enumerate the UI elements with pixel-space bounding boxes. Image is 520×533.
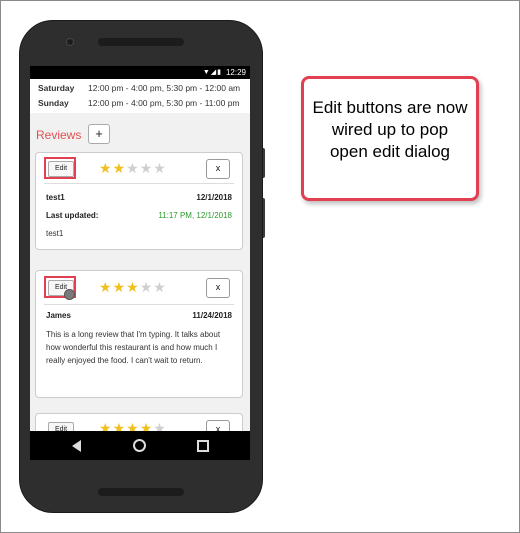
- star-filled-icon[interactable]: ★: [126, 279, 140, 295]
- star-rating: ★★★★★: [99, 279, 167, 296]
- star-filled-icon[interactable]: ★: [99, 279, 113, 295]
- divider: [44, 304, 234, 305]
- review-card: Edit ★★★★★ x James 11/24/2018 This is a …: [35, 270, 243, 398]
- edit-review-button[interactable]: Edit: [48, 161, 74, 177]
- annotation-callout: Edit buttons are now wired up to pop ope…: [301, 76, 479, 201]
- hours-day: Saturday: [38, 83, 75, 93]
- callout-text: Edit buttons are now wired up to pop ope…: [312, 98, 468, 161]
- home-circle-icon[interactable]: [133, 439, 146, 452]
- divider: [44, 183, 234, 184]
- android-nav-bar: [30, 431, 250, 460]
- phone-screen: ▼◢▮ 12:29 Saturday 12:00 pm - 4:00 pm, 5…: [30, 66, 250, 460]
- review-date: 11/24/2018: [192, 311, 232, 320]
- last-updated-value: 11:17 PM, 12/1/2018: [158, 211, 232, 220]
- delete-review-button[interactable]: x: [206, 278, 230, 298]
- opening-hours: Saturday 12:00 pm - 4:00 pm, 5:30 pm - 1…: [30, 79, 250, 113]
- reviews-heading: Reviews: [36, 128, 82, 142]
- back-triangle-icon[interactable]: [72, 440, 81, 452]
- recent-square-icon[interactable]: [197, 440, 209, 452]
- reviewer-name: test1: [46, 193, 65, 202]
- touch-indicator-icon: [64, 289, 75, 300]
- review-text: test1: [46, 229, 64, 238]
- review-card: Edit ★★★★★ x test1 12/1/2018 Last update…: [35, 152, 243, 250]
- review-text: This is a long review that I'm typing. I…: [46, 330, 221, 365]
- star-empty-icon[interactable]: ★: [126, 160, 140, 176]
- star-empty-icon[interactable]: ★: [153, 160, 167, 176]
- last-updated-label: Last updated:: [46, 211, 99, 220]
- reviewer-name: James: [46, 311, 71, 320]
- top-speaker: [98, 38, 184, 46]
- status-time: 12:29: [225, 68, 246, 77]
- bottom-speaker: [98, 488, 184, 496]
- hours-value: 12:00 pm - 4:00 pm, 5:30 pm - 12:00 am: [88, 83, 241, 93]
- hours-day: Sunday: [38, 98, 69, 108]
- delete-review-button[interactable]: x: [206, 159, 230, 179]
- star-filled-icon[interactable]: ★: [113, 279, 127, 295]
- star-empty-icon[interactable]: ★: [140, 279, 154, 295]
- camera-icon: [66, 38, 74, 46]
- star-empty-icon[interactable]: ★: [153, 279, 167, 295]
- hours-value: 12:00 pm - 4:00 pm, 5:30 pm - 11:00 pm: [88, 98, 240, 108]
- star-filled-icon[interactable]: ★: [99, 160, 113, 176]
- star-empty-icon[interactable]: ★: [140, 160, 154, 176]
- add-review-button[interactable]: +: [88, 124, 110, 144]
- review-date: 12/1/2018: [196, 193, 232, 202]
- status-bar: ▼◢▮ 12:29: [30, 66, 250, 79]
- status-icons: ▼◢▮: [202, 69, 222, 76]
- star-rating: ★★★★★: [99, 160, 167, 177]
- star-filled-icon[interactable]: ★: [113, 160, 127, 176]
